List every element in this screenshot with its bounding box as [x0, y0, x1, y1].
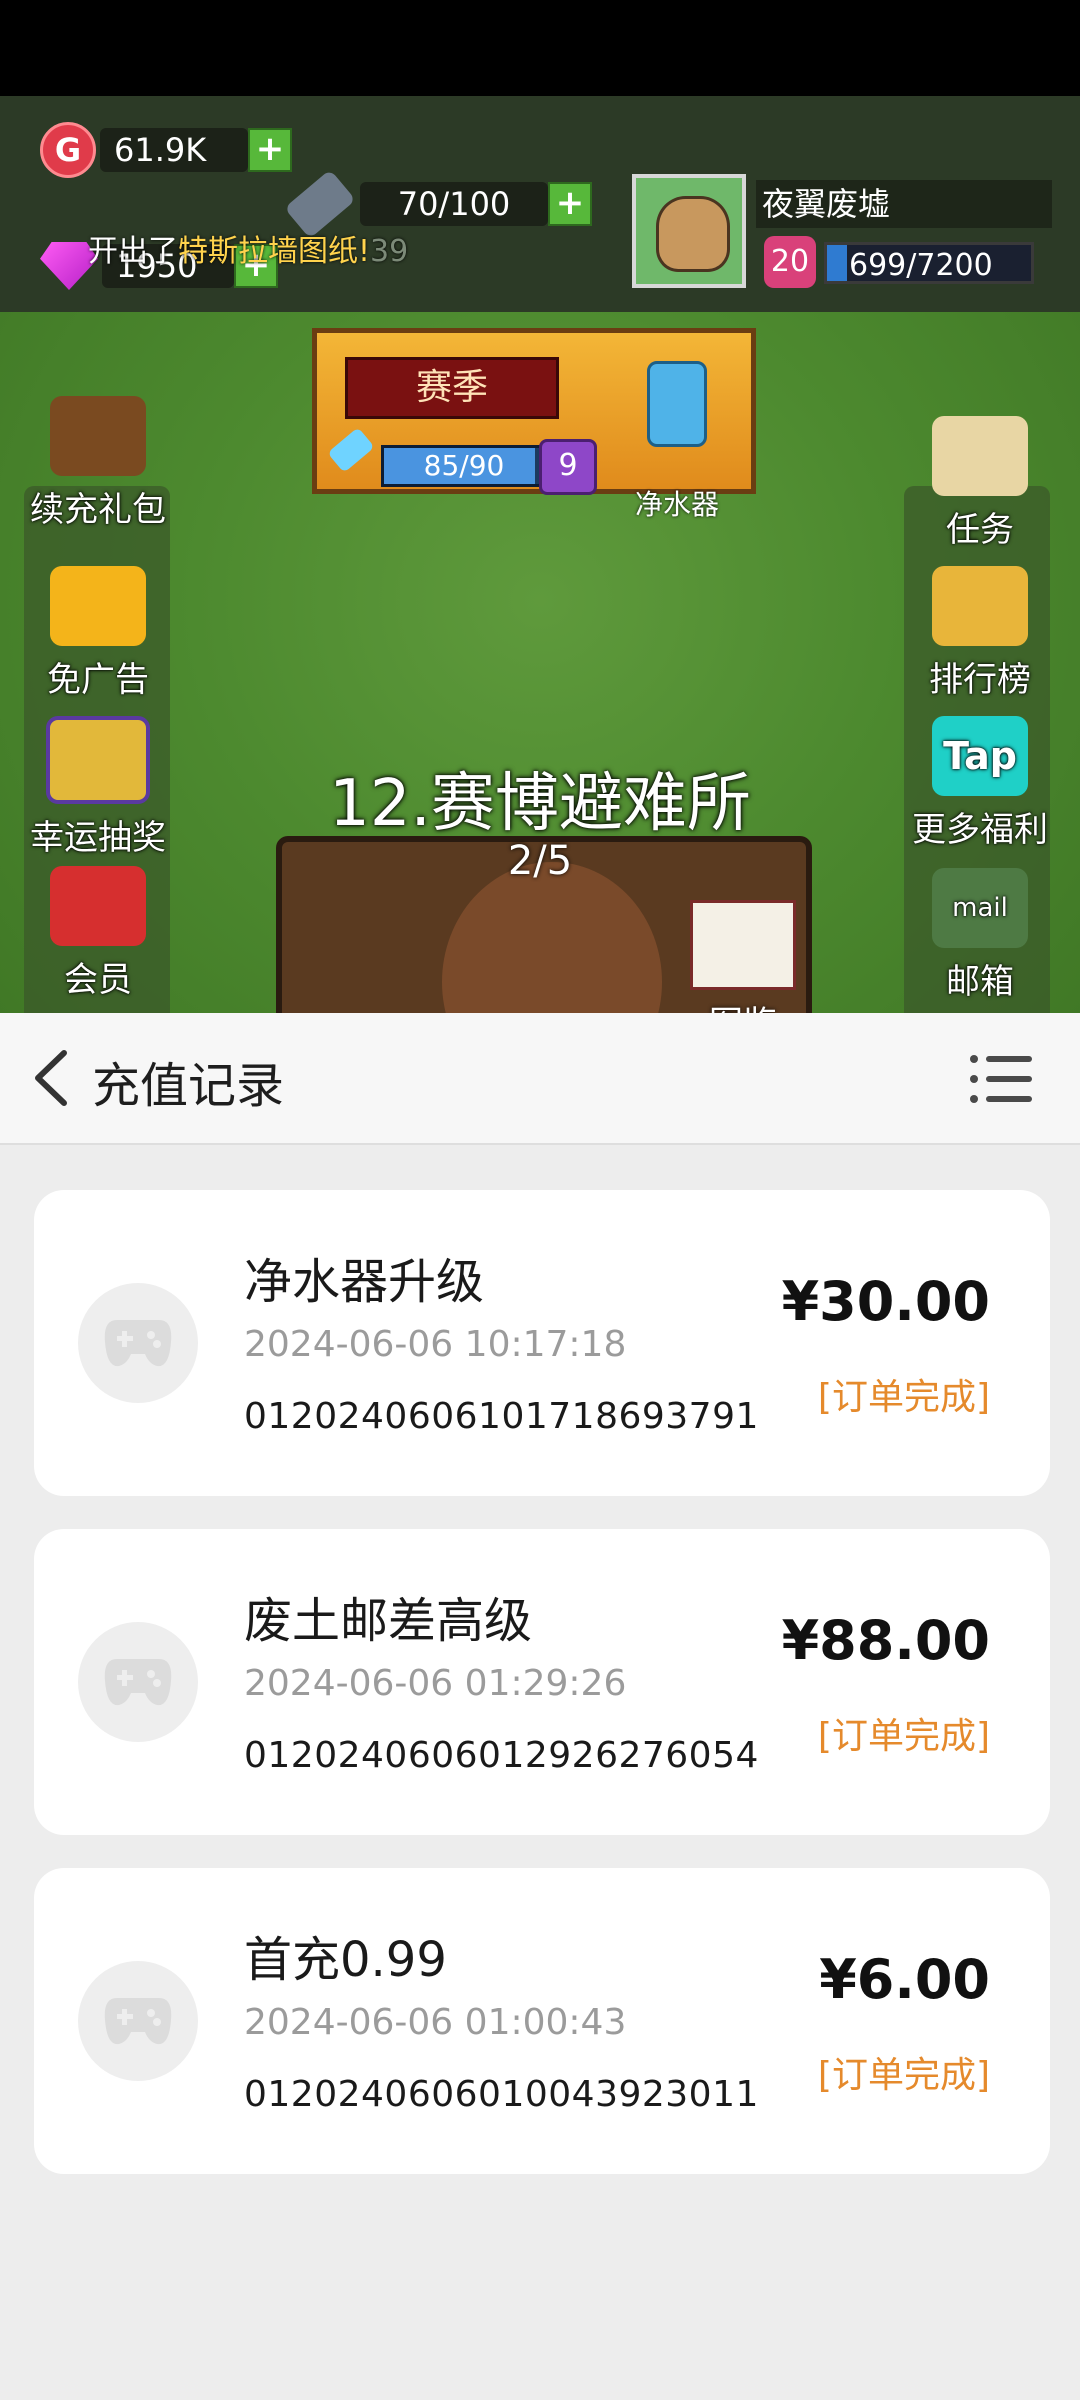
collection-button[interactable]: 图鉴: [690, 900, 796, 1013]
side-button-label: 排行榜: [929, 660, 1031, 700]
season-label: 赛季: [345, 357, 559, 419]
season-progress-bar: 85/90: [381, 445, 547, 487]
trophy-icon: [932, 566, 1028, 646]
energy-resource: 70/100 +: [284, 169, 592, 239]
record-status: [订单完成]: [817, 1377, 990, 1418]
energy-amount: 70/100: [360, 182, 548, 226]
water-purifier-icon: [647, 361, 707, 447]
gold-amount: 61.9K: [100, 128, 248, 172]
chevron-left-icon: [35, 1050, 67, 1106]
season-progress-text: 85/90: [423, 449, 505, 482]
gamepad-icon: [78, 1961, 198, 2081]
record-order-number: 0120240606101718693791: [244, 1396, 759, 1437]
season-syringe-icon: [327, 427, 375, 473]
shelter-core: [442, 862, 662, 1013]
record-time: 2024-06-06 01:00:43: [244, 2002, 627, 2043]
back-button[interactable]: [24, 1045, 84, 1111]
season-panel[interactable]: 赛季 85/90 9 净水器: [312, 328, 756, 521]
side-button-label: 任务: [946, 510, 1014, 550]
side-button-label: 免广告: [47, 660, 149, 700]
page-title: 充值记录: [92, 1058, 285, 1114]
record-amount: ¥88.00: [781, 1609, 990, 1672]
side-button-label: 邮箱: [946, 962, 1014, 1002]
record-card[interactable]: 首充0.99 2024-06-06 01:00:43 0120240606010…: [34, 1868, 1050, 2174]
season-reward-label: 净水器: [635, 488, 720, 521]
record-name: 净水器升级: [244, 1254, 485, 1310]
side-button-no-ads[interactable]: 免广告: [8, 566, 188, 701]
record-status: [订单完成]: [817, 1716, 990, 1757]
player-level-badge: 20: [764, 236, 816, 288]
record-card[interactable]: 废土邮差高级 2024-06-06 01:29:26 0120240606012…: [34, 1529, 1050, 1835]
player-avatar[interactable]: [632, 174, 746, 288]
list-menu-icon: [970, 1055, 1032, 1103]
exp-text: 699/7200: [849, 248, 993, 283]
game-screen: G 61.9K + 1950 + 70/100 + 开出了特斯拉墙图纸!39 夜…: [0, 96, 1080, 1013]
recharge-record-sheet: 充值记录 净水器升级 2024-06-06 10:17:18 012024060…: [0, 1013, 1080, 2400]
side-button-mailbox[interactable]: mail 邮箱: [890, 868, 1070, 1003]
record-amount: ¥30.00: [781, 1270, 990, 1333]
collection-label: 图鉴: [709, 1004, 777, 1013]
toast-item: 特斯拉墙图纸!: [178, 234, 371, 269]
record-amount: ¥6.00: [819, 1948, 990, 2011]
record-card[interactable]: 净水器升级 2024-06-06 10:17:18 01202406061017…: [34, 1190, 1050, 1496]
level-progress: 2/5: [507, 838, 573, 884]
record-status: [订单完成]: [817, 2055, 990, 2096]
side-button-tasks[interactable]: 任务: [890, 416, 1070, 551]
player-exp-bar: 699/7200: [824, 242, 1034, 284]
record-time: 2024-06-06 01:29:26: [244, 1663, 627, 1704]
reward-toast: 开出了特斯拉墙图纸!39: [88, 226, 408, 270]
status-bar: [0, 0, 1080, 96]
gamepad-icon: [78, 1283, 198, 1403]
record-time: 2024-06-06 10:17:18: [244, 1324, 627, 1365]
collection-icon: [690, 900, 796, 990]
side-button-label: 会员: [64, 960, 132, 1000]
side-button-label: 续充礼包: [30, 490, 166, 530]
add-energy-button[interactable]: +: [548, 182, 592, 226]
season-level-badge: 9: [539, 439, 597, 495]
side-button-vip[interactable]: 会员: [8, 866, 188, 1001]
avatar-face-icon: [656, 196, 730, 272]
player-name: 夜翼废墟: [756, 180, 1052, 228]
gold-coin-icon: G: [40, 122, 96, 178]
menu-button[interactable]: [966, 1051, 1036, 1107]
scroll-icon: [932, 416, 1028, 496]
record-order-number: 0120240606010043923011: [244, 2074, 759, 2115]
side-button-recharge-pack[interactable]: 续充礼包: [8, 396, 188, 531]
sheet-header: 充值记录: [0, 1013, 1080, 1145]
toast-ghost-number: 39: [370, 234, 409, 269]
add-gold-button[interactable]: +: [248, 128, 292, 172]
rifle-icon: [50, 396, 146, 476]
side-button-leaderboard[interactable]: 排行榜: [890, 566, 1070, 701]
level-title: 12.赛博避难所: [329, 767, 751, 841]
record-name: 首充0.99: [244, 1932, 447, 1988]
ticket-icon: [50, 566, 146, 646]
record-name: 废土邮差高级: [244, 1593, 533, 1649]
gold-resource: G 61.9K +: [40, 122, 292, 178]
toast-prefix: 开出了: [88, 234, 178, 269]
record-order-number: 0120240606012926276054: [244, 1735, 759, 1776]
gamepad-icon: [78, 1622, 198, 1742]
